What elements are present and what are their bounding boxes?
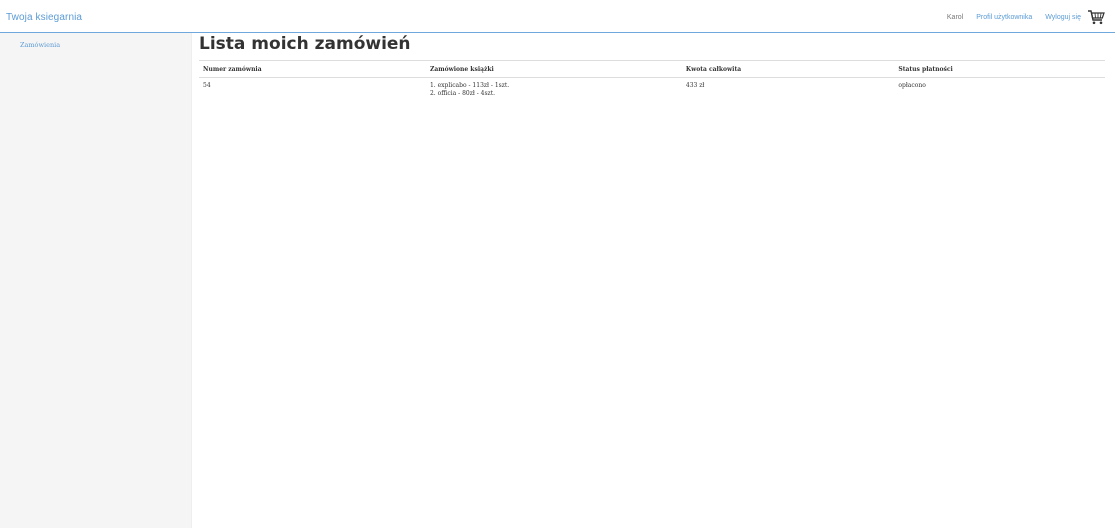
orders-table: Numer zamównia Zamówione książki Kwota c… [199, 60, 1105, 102]
column-header-total: Kwota całkowita [681, 60, 895, 78]
page-title: Lista moich zamówień [199, 34, 411, 54]
ordered-book-item: 2. officia - 80zł - 4szt. [429, 90, 496, 97]
ordered-book-item: 1. explicabo - 113zł - 1szt. [429, 82, 510, 89]
user-name: Karol [946, 13, 964, 21]
profile-link[interactable]: Profil użytkownika [976, 14, 1032, 21]
total-amount-cell: 433 zł [685, 82, 705, 89]
ordered-books-cell: 1. explicabo - 113zł - 1szt. 2. officia … [426, 78, 682, 103]
table-row: 54 1. explicabo - 113zł - 1szt. 2. offic… [199, 78, 1105, 103]
table-header-row: Numer zamównia Zamówione książki Kwota c… [199, 60, 1105, 78]
top-navbar: Twoja ksiegarnia Karol Profil użytkownik… [0, 0, 1115, 33]
payment-status-cell: opłacono [898, 82, 926, 89]
column-header-order-number: Numer zamównia [199, 60, 426, 78]
brand-link[interactable]: Twoja ksiegarnia [6, 12, 82, 23]
sidebar-item-orders[interactable]: Zamówienia [20, 41, 60, 49]
column-header-payment-status: Status płatności [894, 60, 1105, 78]
logout-link[interactable]: Wyloguj się [1045, 14, 1081, 21]
order-number-cell: 54 [203, 82, 211, 89]
column-header-books: Zamówione książki [425, 60, 682, 78]
navbar-right: Karol Profil użytkownika Wyloguj się [947, 8, 1105, 26]
shopping-cart-icon[interactable] [1087, 9, 1105, 25]
sidebar: Zamówienia [0, 33, 192, 528]
